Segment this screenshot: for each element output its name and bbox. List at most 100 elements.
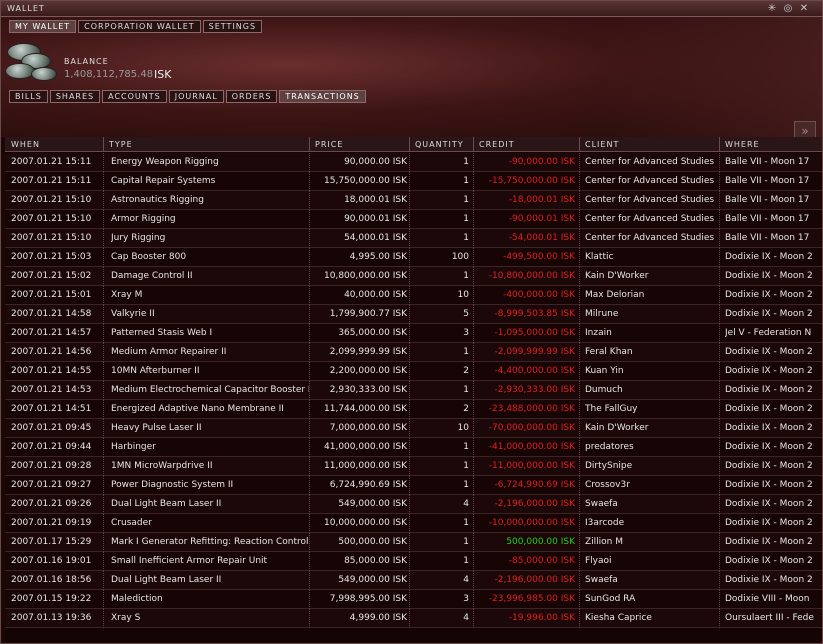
table-row[interactable]: 2007.01.21 15:10 Jury Rigging 54,000.01 IS…: [5, 229, 822, 248]
cell-when: 2007.01.17 15:29: [11, 537, 92, 547]
table-row[interactable]: 2007.01.21 09:19 Crusader 10,000,000.00 IS…: [5, 514, 822, 533]
cell-divider: [719, 552, 720, 571]
cell-credit: -400,000.00 ISK: [503, 290, 575, 300]
tab-transactions[interactable]: TRANSACTIONS: [279, 90, 366, 103]
cell-divider: [309, 191, 310, 210]
cell-where: Dodixie IX - Moon 2: [725, 461, 813, 471]
cell-divider: [719, 533, 720, 552]
cell-price: 2,930,333.00 ISK: [329, 385, 407, 395]
cell-price: 549,000.00 ISK: [338, 575, 407, 585]
cell-type: Capital Repair Systems: [111, 176, 216, 186]
cell-client: Max Delorian: [585, 290, 645, 300]
cell-type: Crusader: [111, 518, 152, 528]
cell-divider: [473, 419, 474, 438]
cell-price: 1,799,900.77 ISK: [329, 309, 407, 319]
cell-divider: [719, 191, 720, 210]
column-header-when[interactable]: WHEN: [11, 140, 40, 149]
table-row[interactable]: 2007.01.21 15:10 Armor Rigging 90,000.01 I…: [5, 210, 822, 229]
table-row[interactable]: 2007.01.21 15:11 Energy Weapon Rigging 90,…: [5, 153, 822, 172]
table-row[interactable]: 2007.01.21 09:26 Dual Light Beam Laser II…: [5, 495, 822, 514]
table-row[interactable]: 2007.01.21 14:53 Medium Electrochemical C…: [5, 381, 822, 400]
column-header-price[interactable]: PRICE: [315, 140, 343, 149]
tab-orders[interactable]: ORDERS: [225, 90, 278, 103]
table-row[interactable]: 2007.01.15 19:22 Malediction 7,998,995.00 …: [5, 590, 822, 609]
column-divider[interactable]: [103, 137, 104, 152]
tab-settings[interactable]: SETTINGS: [202, 20, 263, 33]
close-icon[interactable]: ✕: [798, 3, 810, 15]
cell-type: Power Diagnostic System II: [111, 480, 234, 490]
table-row[interactable]: 2007.01.21 14:55 10MN Afterburner II 2,200…: [5, 362, 822, 381]
column-divider[interactable]: [719, 137, 720, 152]
cell-divider: [409, 229, 410, 248]
cell-where: Dodixie IX - Moon 2: [725, 404, 813, 414]
table-row[interactable]: 2007.01.21 15:02 Damage Control II 10,800,…: [5, 267, 822, 286]
table-row[interactable]: 2007.01.17 15:29 Mark I Generator Refitti…: [5, 533, 822, 552]
column-header-credit[interactable]: CREDIT: [479, 140, 515, 149]
cell-divider: [579, 286, 580, 305]
cell-divider: [409, 191, 410, 210]
cell-divider: [579, 495, 580, 514]
cell-type: 1MN MicroWarpdrive II: [111, 461, 213, 471]
cell-divider: [409, 533, 410, 552]
cell-divider: [473, 438, 474, 457]
table-row[interactable]: 2007.01.21 15:01 Xray M 40,000.00 ISK 10 -40…: [5, 286, 822, 305]
column-header-quantity[interactable]: QUANTITY: [415, 140, 464, 149]
tab-my-wallet[interactable]: MY WALLET: [9, 20, 77, 33]
cell-qty: 3: [463, 594, 469, 604]
cell-type: Medium Electrochemical Capacitor Booster…: [111, 385, 309, 395]
cell-divider: [473, 476, 474, 495]
table-row[interactable]: 2007.01.21 09:28 1MN MicroWarpdrive II 11,…: [5, 457, 822, 476]
cell-divider: [409, 305, 410, 324]
cell-type: Xray M: [111, 290, 143, 300]
column-header-client[interactable]: CLIENT: [585, 140, 619, 149]
table-row[interactable]: 2007.01.21 14:56 Medium Armor Repairer II…: [5, 343, 822, 362]
cell-credit: -70,000,000.00 ISK: [488, 423, 575, 433]
minimize-icon[interactable]: ◎: [782, 3, 794, 15]
table-row[interactable]: 2007.01.16 18:56 Dual Light Beam Laser II…: [5, 571, 822, 590]
table-row[interactable]: 2007.01.21 15:11 Capital Repair Systems 15…: [5, 172, 822, 191]
table-row[interactable]: 2007.01.21 14:58 Valkyrie II 1,799,900.77 …: [5, 305, 822, 324]
cell-divider: [579, 419, 580, 438]
table-header: WHEN TYPE PRICE QUANTITY CREDIT CLIENT WHERE: [5, 137, 822, 152]
table-row[interactable]: 2007.01.21 15:10 Astronautics Rigging 18,0…: [5, 191, 822, 210]
cell-divider: [103, 229, 104, 248]
table-row[interactable]: 2007.01.21 15:03 Cap Booster 800 4,995.00 …: [5, 248, 822, 267]
table-row[interactable]: 2007.01.21 09:45 Heavy Pulse Laser II 7,00…: [5, 419, 822, 438]
cell-divider: [719, 362, 720, 381]
cell-divider: [103, 362, 104, 381]
column-header-where[interactable]: WHERE: [725, 140, 760, 149]
tab-corporation-wallet[interactable]: CORPORATION WALLET: [78, 20, 201, 33]
column-divider[interactable]: [579, 137, 580, 152]
table-row[interactable]: 2007.01.21 14:57 Patterned Stasis Web I 36…: [5, 324, 822, 343]
tab-journal[interactable]: JOURNAL: [168, 90, 224, 103]
table-row[interactable]: 2007.01.13 19:36 Xray S 4,999.00 ISK 4 -19,9…: [5, 609, 822, 628]
title-bar[interactable]: WALLET ✳ ◎ ✕: [1, 1, 822, 17]
cell-divider: [719, 400, 720, 419]
cell-divider: [473, 172, 474, 191]
cell-when: 2007.01.21 14:55: [11, 366, 92, 376]
column-divider[interactable]: [473, 137, 474, 152]
column-divider[interactable]: [309, 137, 310, 152]
cell-credit: -23,996,985.00 ISK: [488, 594, 575, 604]
table-row[interactable]: 2007.01.21 09:44 Harbinger 41,000,000.00 I…: [5, 438, 822, 457]
cell-divider: [473, 533, 474, 552]
cell-price: 90,000.01 ISK: [344, 214, 407, 224]
cell-qty: 1: [463, 385, 469, 395]
cell-divider: [719, 571, 720, 590]
tab-bills[interactable]: BILLS: [9, 90, 48, 103]
pin-icon[interactable]: ✳: [766, 3, 778, 15]
column-header-type[interactable]: TYPE: [109, 140, 133, 149]
cell-qty: 2: [463, 366, 469, 376]
column-divider[interactable]: [409, 137, 410, 152]
cell-divider: [719, 248, 720, 267]
cell-divider: [579, 191, 580, 210]
table-row[interactable]: 2007.01.21 09:27 Power Diagnostic System …: [5, 476, 822, 495]
cell-divider: [309, 476, 310, 495]
cell-divider: [579, 400, 580, 419]
tab-shares[interactable]: SHARES: [49, 90, 101, 103]
tab-accounts[interactable]: ACCOUNTS: [102, 90, 167, 103]
table-row[interactable]: 2007.01.16 19:01 Small Inefficient Armor …: [5, 552, 822, 571]
cell-credit: -90,000.01 ISK: [508, 214, 575, 224]
cell-price: 54,000.01 ISK: [344, 233, 407, 243]
table-row[interactable]: 2007.01.21 14:51 Energized Adaptive Nano …: [5, 400, 822, 419]
